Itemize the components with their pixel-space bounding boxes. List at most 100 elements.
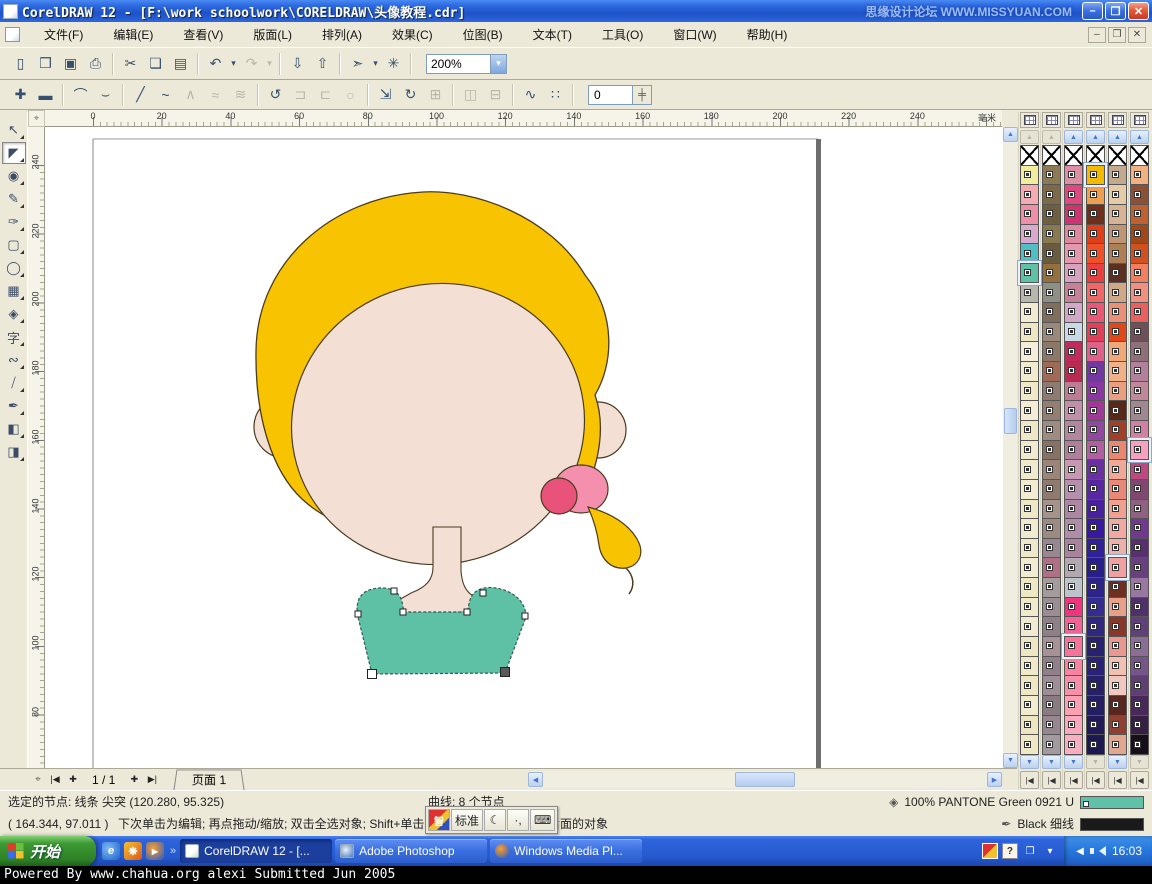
corel-online-button[interactable]: ✳ <box>381 52 406 76</box>
color-swatch[interactable] <box>1042 695 1061 716</box>
color-swatch[interactable] <box>1130 361 1149 382</box>
palette-scroll-down-button[interactable]: ▼ <box>1042 755 1061 769</box>
color-swatch[interactable] <box>1086 224 1105 245</box>
color-swatch[interactable] <box>1020 361 1039 382</box>
color-swatch[interactable] <box>1064 165 1083 186</box>
color-swatch[interactable] <box>1086 440 1105 461</box>
tool-shape[interactable]: ◤ <box>2 142 26 164</box>
ime-keyboard-icon[interactable]: ⌨ <box>530 809 555 831</box>
color-swatch[interactable] <box>1130 204 1149 225</box>
color-swatch[interactable] <box>1130 616 1149 637</box>
export-button[interactable]: ⇧ <box>310 52 335 76</box>
ponytail-tip[interactable] <box>626 568 633 594</box>
color-swatch[interactable] <box>1064 184 1083 205</box>
color-swatch[interactable] <box>1130 322 1149 343</box>
color-swatch[interactable] <box>1086 420 1105 441</box>
color-swatch[interactable] <box>1064 224 1083 245</box>
add-page-before-button[interactable]: ✚ <box>64 771 82 789</box>
color-swatch[interactable] <box>1042 224 1061 245</box>
color-swatch[interactable] <box>1064 420 1083 441</box>
color-swatch[interactable] <box>1020 341 1039 362</box>
color-swatch[interactable] <box>1086 165 1105 186</box>
add-node-button[interactable]: ✚ <box>8 83 33 107</box>
color-swatch[interactable] <box>1042 715 1061 736</box>
vertical-scrollbar[interactable]: ▲ ▼ <box>1002 127 1017 768</box>
color-swatch[interactable] <box>1064 715 1083 736</box>
close-button[interactable]: ✕ <box>1128 2 1149 20</box>
tool-rectangle[interactable]: ▢ <box>2 234 26 256</box>
color-swatch[interactable] <box>1086 243 1105 264</box>
color-swatch[interactable] <box>1064 204 1083 225</box>
color-swatch[interactable] <box>1020 440 1039 461</box>
color-swatch[interactable] <box>1108 204 1127 225</box>
color-swatch[interactable] <box>1042 734 1061 755</box>
color-swatch[interactable] <box>1130 165 1149 186</box>
color-swatch[interactable] <box>1020 263 1039 284</box>
palette-scroll-up-button[interactable]: ▲ <box>1064 130 1083 144</box>
color-swatch[interactable] <box>1020 518 1039 539</box>
minimize-button[interactable]: – <box>1082 2 1103 20</box>
color-swatch[interactable] <box>1130 597 1149 618</box>
help-tray-icon[interactable]: ? <box>1002 843 1018 859</box>
color-swatch[interactable] <box>1108 518 1127 539</box>
color-swatch[interactable] <box>1064 361 1083 382</box>
menu-view[interactable]: 查看(V) <box>169 22 237 47</box>
curve-node[interactable] <box>480 590 486 596</box>
tool-outline-pen[interactable]: ✒ <box>2 395 26 417</box>
color-swatch[interactable] <box>1108 282 1127 303</box>
color-swatch[interactable] <box>1086 636 1105 657</box>
palette-scroll-up-button[interactable]: ▲ <box>1130 130 1149 144</box>
color-swatch[interactable] <box>1108 715 1127 736</box>
no-color-swatch[interactable] <box>1042 145 1061 166</box>
tool-basic-shapes[interactable]: ◈ <box>2 303 26 325</box>
collapse-tray-icon[interactable]: ◀ <box>1072 843 1088 859</box>
color-swatch[interactable] <box>1020 204 1039 225</box>
tool-pick[interactable]: ↖ <box>2 119 26 141</box>
tray-dropdown-icon[interactable]: ▾ <box>1042 843 1058 859</box>
color-swatch[interactable] <box>1086 499 1105 520</box>
color-swatch[interactable] <box>1108 675 1127 696</box>
save-button[interactable]: ▣ <box>58 52 83 76</box>
color-swatch[interactable] <box>1108 322 1127 343</box>
color-swatch[interactable] <box>1064 656 1083 677</box>
curve-node[interactable] <box>355 611 361 617</box>
tool-fill[interactable]: ◧ <box>2 418 26 440</box>
color-swatch[interactable] <box>1064 557 1083 578</box>
paste-button[interactable]: ▤ <box>168 52 193 76</box>
horizontal-scrollbar[interactable]: ◀ ▶ <box>528 771 1002 788</box>
import-button[interactable]: ⇩ <box>285 52 310 76</box>
delete-node-button[interactable]: ▬ <box>33 83 58 107</box>
color-swatch[interactable] <box>1130 636 1149 657</box>
color-swatch[interactable] <box>1064 577 1083 598</box>
color-swatch[interactable] <box>1042 557 1061 578</box>
color-swatch[interactable] <box>1020 479 1039 500</box>
color-swatch[interactable] <box>1020 400 1039 421</box>
color-swatch[interactable] <box>1042 381 1061 402</box>
break-curve-button[interactable]: ⌣ <box>93 83 118 107</box>
color-swatch[interactable] <box>1086 557 1105 578</box>
no-color-swatch[interactable] <box>1130 145 1149 166</box>
color-swatch[interactable] <box>1064 400 1083 421</box>
curve-node[interactable] <box>391 588 397 594</box>
palette-options-button[interactable] <box>1064 112 1083 128</box>
menu-arrange[interactable]: 排列(A) <box>308 22 376 47</box>
ime-mode-button[interactable]: 标准 <box>451 809 483 831</box>
color-swatch[interactable] <box>1042 577 1061 598</box>
color-swatch[interactable] <box>1042 440 1061 461</box>
menu-layout[interactable]: 版面(L) <box>239 22 306 47</box>
doc-minimize-button[interactable]: – <box>1088 27 1106 43</box>
color-swatch[interactable] <box>1130 577 1149 598</box>
palette-scroll-start-button[interactable]: |◀ <box>1064 771 1083 789</box>
curve-smoothness-field[interactable]: 0 ╪ <box>588 85 652 105</box>
zoom-level-value[interactable]: 200% <box>426 54 490 74</box>
horizontal-ruler[interactable]: 毫米 020406080100120140160180200220240 <box>45 110 1002 127</box>
print-button[interactable]: ⎙ <box>83 52 108 76</box>
slider-icon[interactable]: ╪ <box>632 85 652 105</box>
no-color-swatch[interactable] <box>1064 145 1083 166</box>
color-swatch[interactable] <box>1130 440 1149 461</box>
color-swatch[interactable] <box>1108 695 1127 716</box>
color-swatch[interactable] <box>1020 675 1039 696</box>
curve-node[interactable] <box>501 668 510 677</box>
color-swatch[interactable] <box>1064 616 1083 637</box>
color-swatch[interactable] <box>1130 282 1149 303</box>
